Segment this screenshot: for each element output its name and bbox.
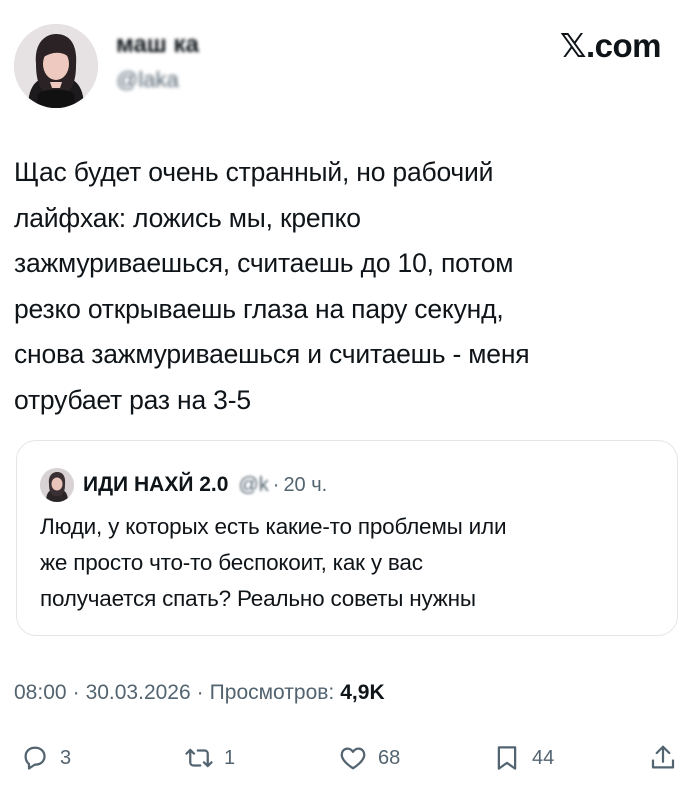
repost-button[interactable]: 1 [184, 738, 235, 778]
reply-icon [24, 746, 46, 770]
separator-dot: · [72, 681, 80, 704]
views-count[interactable]: 4,9K [340, 678, 384, 708]
quoted-tweet-time[interactable]: 20 ч. [283, 470, 327, 500]
like-count: 68 [378, 747, 401, 769]
bookmark-icon [497, 746, 517, 770]
author-avatar[interactable] [14, 24, 98, 108]
quoted-author-avatar [40, 468, 74, 502]
user-avatar-icon [14, 24, 98, 108]
tweet-text: Щас будет очень странный, но рабочий лай… [14, 157, 530, 415]
repost-count: 1 [224, 747, 236, 769]
tweet-meta: 08:00 · 30.03.2026 · Просмотров: 4,9K [14, 678, 385, 708]
tweet-date[interactable]: 30.03.2026 [86, 678, 191, 708]
author-handle[interactable]: @la‍‍‍‍‍‍‍‍ka [116, 66, 179, 94]
like-icon [340, 747, 366, 770]
reply-button[interactable]: 3 [20, 738, 71, 778]
share-button[interactable] [648, 738, 678, 778]
share-icon [651, 745, 675, 769]
tweet-action-bar: 3 1 68 44 [0, 738, 695, 778]
bookmark-count: 44 [532, 747, 555, 769]
quoted-author-handle[interactable]: @‍‍‍‍‍‍‍‍‍‍‍k [238, 470, 268, 500]
quoted-tweet-text: Люди, у которых есть какие-то проблемы и… [40, 514, 507, 611]
bookmark-button[interactable]: 44 [492, 738, 554, 778]
tweet-time[interactable]: 08:00 [14, 678, 67, 708]
reply-count: 3 [60, 747, 72, 769]
separator-dot: · [272, 474, 280, 496]
views-label: Просмотров: [209, 681, 335, 704]
separator-dot: · [196, 681, 204, 704]
author-display-name[interactable]: маш‍‍ ‍‍ка [116, 30, 199, 60]
user-avatar-icon [40, 468, 74, 502]
quoted-tweet-header: ИДИ НАХ‍Й 2.0 @‍‍‍‍‍‍‍‍‍‍‍k · 20 ч. [83, 470, 327, 500]
like-button[interactable]: 68 [338, 738, 400, 778]
repost-icon [185, 748, 213, 768]
quoted-author-name[interactable]: ИДИ НАХ‍Й 2.0 [83, 470, 228, 500]
x-com-logo: 𝕏.com [559, 27, 662, 64]
quoted-tweet-card[interactable]: ИДИ НАХ‍Й 2.0 @‍‍‍‍‍‍‍‍‍‍‍k · 20 ч. Люди… [16, 440, 678, 636]
